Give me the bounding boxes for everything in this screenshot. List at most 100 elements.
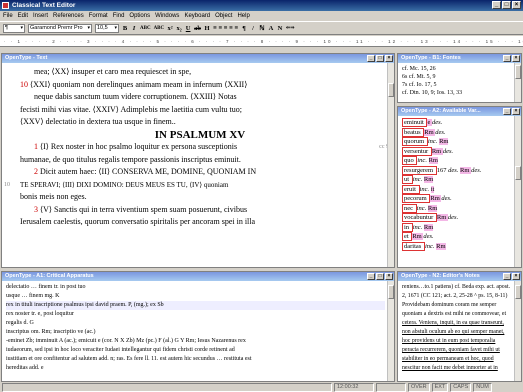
pane-close-button[interactable]: × xyxy=(385,273,393,280)
apparatus-entry[interactable]: rex in tituli inscriptione psalmus ipsi … xyxy=(6,301,385,310)
direction-arrows-icon[interactable]: ⇐⇒ xyxy=(286,25,294,31)
menu-windows[interactable]: Windows xyxy=(155,13,179,19)
variant-row[interactable]: vocabuntur Rm des. xyxy=(402,213,512,223)
list-item: cf. Dtn. 10, 9; Ios. 13, 33 xyxy=(402,90,463,96)
apparatus-entry[interactable]: iudaeorum, sed ipsi in hoc loco veracite… xyxy=(6,346,385,355)
n-sign-icon[interactable]: N xyxy=(277,25,283,32)
subscript-button[interactable]: x₂ xyxy=(176,25,182,32)
apparatus-entry[interactable]: hereditas add. e xyxy=(6,364,385,373)
menu-format[interactable]: Format xyxy=(89,13,108,19)
menu-find[interactable]: Find xyxy=(113,13,125,19)
not-sign-icon[interactable]: ℕ xyxy=(259,24,265,32)
variant-row[interactable]: beatus Rm des. xyxy=(402,127,512,138)
menu-object[interactable]: Object xyxy=(215,13,232,19)
text-scrollbar[interactable] xyxy=(387,63,394,267)
pane-close-button[interactable]: × xyxy=(512,55,520,62)
variants-scrollbar[interactable] xyxy=(514,116,521,267)
variant-row[interactable]: eruit inc. it xyxy=(402,184,512,195)
pane-min-button[interactable]: _ xyxy=(503,273,511,280)
variant-row[interactable]: pecorum Rm des. xyxy=(402,194,512,204)
variants-list[interactable]: eminuit e des. beatus Rm des. quorum inc… xyxy=(398,116,521,251)
menu-help[interactable]: Help xyxy=(237,13,249,19)
underline-button[interactable]: U xyxy=(185,25,191,32)
pane-close-button[interactable]: × xyxy=(385,55,393,62)
pane-min-button[interactable]: _ xyxy=(367,273,375,280)
variant-siglum: Rm xyxy=(412,233,424,240)
style-select[interactable]: ¶ xyxy=(3,23,25,33)
variant-row[interactable]: quo inc. Rm xyxy=(402,156,512,166)
ruler[interactable]: · · 1 · · · · 2 · · · · 3 · · · · 4 · · … xyxy=(0,36,523,47)
variant-row[interactable]: et Rm des. xyxy=(402,232,512,242)
menu-references[interactable]: References xyxy=(53,13,84,19)
text-line: mea; ⟨XX⟩ insuper et caro mea requiescet… xyxy=(34,67,192,76)
scroll-thumb[interactable] xyxy=(515,166,521,180)
bold-button[interactable]: B xyxy=(122,25,128,32)
scroll-thumb[interactable] xyxy=(515,65,521,79)
apparatus-entry[interactable]: iustitiam et ore confitentur ad salutem … xyxy=(6,355,385,364)
variant-row[interactable]: daritas inc. Rm xyxy=(402,241,512,252)
apparatus-entry[interactable]: usque … finem mg. K xyxy=(6,292,385,301)
double-underline-button[interactable]: H xyxy=(204,25,210,32)
variant-row[interactable]: versentur Rm des. xyxy=(402,146,512,157)
menu-file[interactable]: File xyxy=(3,13,13,19)
variant-lemma: nec xyxy=(402,203,417,213)
variant-siglum: inc. xyxy=(417,157,429,164)
menu-edit[interactable]: Edit xyxy=(18,13,28,19)
scroll-thumb[interactable] xyxy=(515,285,521,299)
apparatus-scrollbar[interactable] xyxy=(387,281,394,381)
variant-row[interactable]: quorum inc. Rm xyxy=(402,137,512,147)
caps-button[interactable]: ABC xyxy=(154,26,165,31)
apparatus-entry[interactable]: ‑eminet Zb; imminuit A (ac.); emicuit e … xyxy=(6,337,385,346)
apparatus-entry[interactable]: delectatio … finem tr. in post tuo xyxy=(6,283,385,292)
apparatus-pane-title-label: OpenType - A1: Critical Apparatus xyxy=(5,273,94,279)
notes-scrollbar[interactable] xyxy=(514,281,521,381)
minimize-button[interactable]: _ xyxy=(492,1,501,9)
text-line: Ierusalem caelestis, quorum conversatio … xyxy=(20,217,256,226)
apparatus-entry[interactable]: inscriptus om. Rm; inscriptio ve (ac.) xyxy=(6,328,385,337)
menu-options[interactable]: Options xyxy=(129,13,150,19)
apparatus-list[interactable]: delectatio … finem tr. in post tuo usque … xyxy=(2,281,394,373)
variant-row[interactable]: in inc. Rm xyxy=(402,222,512,233)
close-button[interactable]: × xyxy=(512,1,521,9)
variant-row[interactable]: eminuit e des. xyxy=(402,118,512,128)
text-body[interactable]: mea; ⟨XX⟩ insuper et caro mea requiescet… xyxy=(2,63,394,229)
pane-max-button[interactable]: □ xyxy=(376,55,384,62)
pane-min-button[interactable]: _ xyxy=(503,108,511,115)
note-line: hoc providens ut in eum post temporalia xyxy=(402,338,496,344)
variant-lemma: quorum xyxy=(402,137,428,146)
pane-min-button[interactable]: _ xyxy=(367,55,375,62)
maximize-button[interactable]: □ xyxy=(502,1,511,9)
slash-icon[interactable]: / xyxy=(250,25,256,32)
italic-button[interactable]: I xyxy=(131,25,137,32)
variant-siglum: inc. xyxy=(412,223,424,231)
align-icons[interactable]: ≡ ≡ ≡ ≡ ≡ xyxy=(213,25,238,32)
variant-row[interactable]: nec inc. Rm xyxy=(402,203,512,214)
size-select[interactable]: 10,5 xyxy=(95,23,119,33)
fontes-list[interactable]: cf. Mc. 15, 26 6s cf. Mt. 5, 9 7s cf. Io… xyxy=(398,63,521,97)
pilcrow-icon[interactable]: ¶ xyxy=(241,25,247,32)
strikethrough-button[interactable]: ab xyxy=(194,25,201,32)
smallcaps-button[interactable]: ABC xyxy=(140,26,151,31)
variant-row[interactable]: ut inc. Rm xyxy=(402,175,512,185)
notes-pane-title-label: OpenType - N2: Editor's Notes xyxy=(401,273,480,279)
font-select[interactable]: Garamond Premr Pro xyxy=(28,23,92,33)
notes-list[interactable]: reniens…to.1 patiens) cf. Beda exp. act.… xyxy=(398,281,521,373)
scroll-thumb[interactable] xyxy=(388,83,394,97)
superscript-button[interactable]: x² xyxy=(167,25,173,32)
menu-insert[interactable]: Insert xyxy=(33,13,48,19)
scroll-thumb[interactable] xyxy=(388,285,394,299)
pane-max-button[interactable]: □ xyxy=(376,273,384,280)
fontes-scrollbar[interactable] xyxy=(514,63,521,102)
variant-siglum: 167 xyxy=(436,166,449,174)
menu-keyboard[interactable]: Keyboard xyxy=(184,13,210,19)
text-line: humanae, de quo titulus regalis tempore … xyxy=(20,154,241,164)
apparatus-entry[interactable]: rex noster tr. e, post loquitur xyxy=(6,310,385,319)
pane-close-button[interactable]: × xyxy=(512,273,520,280)
variant-row[interactable]: resurgerem 167 des. Rm des. xyxy=(402,165,512,176)
font-a-icon[interactable]: A xyxy=(268,25,274,32)
fontes-pane: OpenType - B1: Fontes _ × cf. Mc. 15, 26 … xyxy=(397,53,522,103)
pane-close-button[interactable]: × xyxy=(512,108,520,115)
apparatus-entry[interactable]: regalis d. G xyxy=(6,319,385,328)
pane-min-button[interactable]: _ xyxy=(503,55,511,62)
variant-siglum: Rm xyxy=(431,147,443,155)
